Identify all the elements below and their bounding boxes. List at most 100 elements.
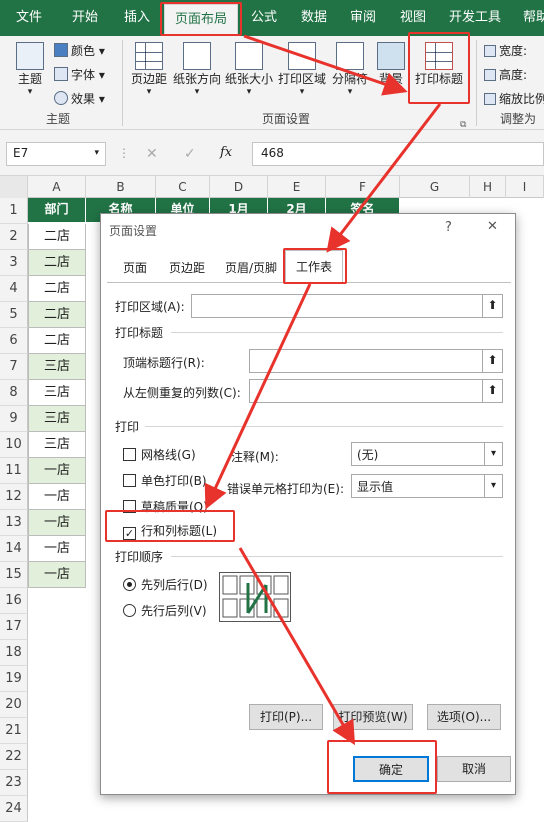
down-then-over-radio[interactable] xyxy=(123,578,136,591)
row-header[interactable]: 19 xyxy=(0,666,28,692)
effects-button[interactable]: 效果 ▾ xyxy=(54,90,105,107)
row-header[interactable]: 2 xyxy=(0,224,28,250)
background-button[interactable]: 背景 xyxy=(374,42,408,87)
collapse-dialog-icon[interactable]: ⬆ xyxy=(482,295,502,317)
row-header[interactable]: 14 xyxy=(0,536,28,562)
top-rows-input[interactable]: ⬆ xyxy=(249,349,503,373)
tab-page[interactable]: 页面 xyxy=(115,254,155,282)
collapse-dialog-icon[interactable]: ⬆ xyxy=(482,350,502,372)
row-header[interactable]: 24 xyxy=(0,796,28,822)
scale-height[interactable]: 高度: xyxy=(484,66,527,83)
print-button[interactable]: 打印(P)... xyxy=(249,704,323,730)
table-cell[interactable]: 一店 xyxy=(28,562,86,588)
row-header[interactable]: 6 xyxy=(0,328,28,354)
row-header[interactable]: 12 xyxy=(0,484,28,510)
scale-width[interactable]: 宽度: xyxy=(484,42,527,59)
function-icon[interactable]: fx xyxy=(220,145,232,160)
enter-icon[interactable]: ✓ xyxy=(184,146,196,162)
tab-review[interactable]: 审阅 xyxy=(340,0,386,36)
table-cell[interactable]: 三店 xyxy=(28,380,86,406)
row-header[interactable]: 20 xyxy=(0,692,28,718)
row-header[interactable]: 23 xyxy=(0,770,28,796)
collapse-dialog-icon[interactable]: ⬆ xyxy=(482,380,502,402)
cell-errors-select[interactable]: 显示值 ▾ xyxy=(351,474,503,498)
table-cell[interactable]: 二店 xyxy=(28,224,86,250)
black-white-checkbox[interactable] xyxy=(123,474,136,487)
row-header[interactable]: 5 xyxy=(0,302,28,328)
gridlines-option[interactable]: 网格线(G) xyxy=(123,446,196,463)
size-button[interactable]: 纸张大小 ▾ xyxy=(224,42,274,97)
row-header[interactable]: 17 xyxy=(0,614,28,640)
tab-insert[interactable]: 插入 xyxy=(114,0,160,36)
over-then-down-radio[interactable] xyxy=(123,604,136,617)
table-cell[interactable]: 一店 xyxy=(28,536,86,562)
tab-header-footer[interactable]: 页眉/页脚 xyxy=(219,254,283,282)
tab-file[interactable]: 文件 xyxy=(4,0,54,36)
black-white-option[interactable]: 单色打印(B) xyxy=(123,472,207,489)
print-preview-button[interactable]: 打印预览(W) xyxy=(333,704,413,730)
table-cell[interactable]: 一店 xyxy=(28,458,86,484)
margins-button[interactable]: 页边距 ▾ xyxy=(128,42,170,97)
options-button[interactable]: 选项(O)... xyxy=(427,704,501,730)
row-header[interactable]: 7 xyxy=(0,354,28,380)
table-cell[interactable]: 二店 xyxy=(28,276,86,302)
table-cell[interactable]: 三店 xyxy=(28,354,86,380)
tab-home[interactable]: 开始 xyxy=(58,0,112,36)
row-header[interactable]: 18 xyxy=(0,640,28,666)
header-cell[interactable]: 部门 xyxy=(28,198,86,222)
over-then-down-option[interactable]: 先行后列(V) xyxy=(123,602,207,619)
row-header[interactable]: 4 xyxy=(0,276,28,302)
row-header[interactable]: 10 xyxy=(0,432,28,458)
themes-button[interactable]: 主题 ▾ xyxy=(10,42,50,97)
row-header[interactable]: 13 xyxy=(0,510,28,536)
table-cell[interactable]: 二店 xyxy=(28,328,86,354)
formula-input[interactable]: 468 xyxy=(252,142,544,166)
print-area-input[interactable]: ⬆ xyxy=(191,294,503,318)
down-then-over-option[interactable]: 先列后行(D) xyxy=(123,576,208,593)
table-cell[interactable]: 三店 xyxy=(28,406,86,432)
row-header[interactable]: 1 xyxy=(0,198,28,224)
row-header[interactable]: 22 xyxy=(0,744,28,770)
breaks-button[interactable]: 分隔符 ▾ xyxy=(330,42,370,97)
tab-help[interactable]: 帮助 xyxy=(516,0,544,36)
left-cols-input[interactable]: ⬆ xyxy=(249,379,503,403)
table-cell[interactable]: 三店 xyxy=(28,432,86,458)
column-header[interactable]: B xyxy=(86,176,156,198)
scale-percent[interactable]: 缩放比例 xyxy=(484,90,544,107)
column-header[interactable]: G xyxy=(400,176,470,198)
table-cell[interactable]: 一店 xyxy=(28,484,86,510)
tab-view[interactable]: 视图 xyxy=(390,0,436,36)
column-header[interactable]: H xyxy=(470,176,506,198)
column-header[interactable]: E xyxy=(268,176,326,198)
tab-data[interactable]: 数据 xyxy=(292,0,336,36)
tab-formulas[interactable]: 公式 xyxy=(240,0,288,36)
select-all-corner[interactable] xyxy=(0,176,28,198)
orientation-button[interactable]: 纸张方向 ▾ xyxy=(172,42,222,97)
close-icon[interactable]: ✕ xyxy=(487,219,498,234)
row-header[interactable]: 11 xyxy=(0,458,28,484)
row-header[interactable]: 3 xyxy=(0,250,28,276)
row-header[interactable]: 9 xyxy=(0,406,28,432)
column-header[interactable]: F xyxy=(326,176,400,198)
column-header[interactable]: A xyxy=(28,176,86,198)
column-header[interactable]: I xyxy=(506,176,544,198)
colors-button[interactable]: 颜色 ▾ xyxy=(54,42,105,59)
table-cell[interactable]: 二店 xyxy=(28,250,86,276)
column-header[interactable]: C xyxy=(156,176,210,198)
table-cell[interactable]: 二店 xyxy=(28,302,86,328)
row-header[interactable]: 15 xyxy=(0,562,28,588)
cancel-icon[interactable]: ✕ xyxy=(146,146,158,162)
row-header[interactable]: 21 xyxy=(0,718,28,744)
comments-select[interactable]: (无) ▾ xyxy=(351,442,503,466)
row-header[interactable]: 16 xyxy=(0,588,28,614)
fonts-button[interactable]: 字体 ▾ xyxy=(54,66,105,83)
column-header[interactable]: D xyxy=(210,176,268,198)
help-icon[interactable]: ? xyxy=(445,220,452,235)
dialog-launcher-icon[interactable]: ⧉ xyxy=(460,120,466,130)
tab-margins[interactable]: 页边距 xyxy=(159,254,215,282)
print-area-button[interactable]: 打印区域 ▾ xyxy=(276,42,328,97)
tab-developer[interactable]: 开发工具 xyxy=(440,0,510,36)
gridlines-checkbox[interactable] xyxy=(123,448,136,461)
cancel-button[interactable]: 取消 xyxy=(437,756,511,782)
table-cell[interactable]: 一店 xyxy=(28,510,86,536)
